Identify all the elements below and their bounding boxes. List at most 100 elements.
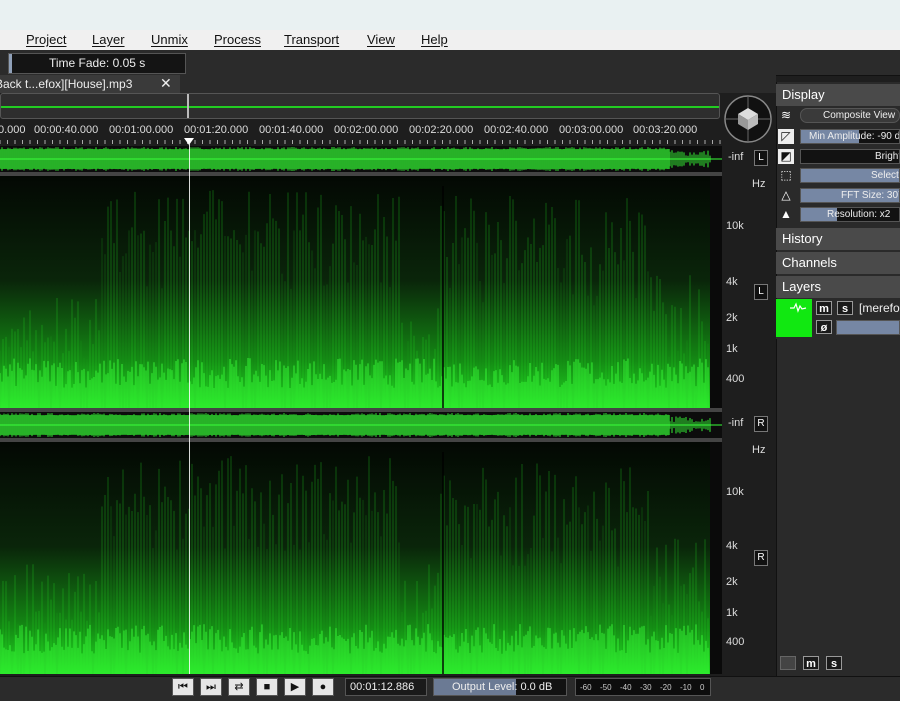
channel-badge-right-2: R <box>754 550 768 566</box>
menu-project[interactable]: Project <box>26 32 66 47</box>
freq-label: 2k <box>726 576 738 588</box>
panel-layers-header[interactable]: Layers <box>776 276 900 298</box>
meter-label: -60 <box>580 683 592 692</box>
layer-mute-button[interactable]: m <box>816 301 832 315</box>
min-amplitude-slider[interactable]: Min Amplitude: -90 d <box>800 129 900 144</box>
stop-button[interactable]: ■ <box>256 678 278 696</box>
level-readout: -inf <box>728 417 744 429</box>
freq-label: 10k <box>726 486 744 498</box>
waveform-right[interactable] <box>0 412 722 438</box>
ruler-label: 00:00:40.000 <box>34 124 99 136</box>
freq-label: 400 <box>726 636 745 648</box>
meter-label: -10 <box>680 683 692 692</box>
stop-icon: ■ <box>263 681 271 693</box>
fft-size-slider[interactable]: FFT Size: 3072 <box>800 188 900 203</box>
selection-row: ⬚ Selecti <box>776 167 900 184</box>
freq-label: 4k <box>726 540 738 552</box>
play-button[interactable]: ▶ <box>284 678 306 696</box>
level-readout: -inf <box>728 151 744 163</box>
frequency-scale-left: -inf L Hz 10k 4k L 2k 1k 400 <box>722 146 776 408</box>
ruler-tickmarks <box>0 140 721 144</box>
layer-name: [merefo <box>859 301 900 315</box>
window-top-strip <box>0 0 900 31</box>
skip-end-icon: ⏭ <box>206 681 216 693</box>
overview-playhead <box>187 94 189 118</box>
skip-start-icon: ⏮ <box>178 681 188 693</box>
freq-label: 1k <box>726 607 738 619</box>
layer-phase-button[interactable]: ø <box>816 320 832 334</box>
fft-size-row: △ FFT Size: 3072 <box>776 187 900 204</box>
ruler-label: 00:02:20.000 <box>409 124 474 136</box>
navigation-ball-icon[interactable] <box>722 94 774 144</box>
output-meter: -60 -50 -40 -30 -20 -10 0 <box>575 678 711 696</box>
selection-icon: ⬚ <box>780 168 792 182</box>
spectrogram-left[interactable] <box>0 176 722 408</box>
close-icon[interactable]: ✕ <box>160 75 172 92</box>
selection-slider[interactable]: Selecti <box>800 168 900 183</box>
meter-label: -20 <box>660 683 672 692</box>
menu-unmix[interactable]: Unmix <box>151 32 188 47</box>
menu-help[interactable]: Help <box>421 32 448 47</box>
ruler-label: 00:01:20.000 <box>184 124 249 136</box>
freq-label: 400 <box>726 373 745 385</box>
output-level-slider[interactable]: Output Level: 0.0 dB <box>433 678 567 696</box>
record-button[interactable]: ● <box>312 678 334 696</box>
ruler-label: 00:03:20.000 <box>633 124 698 136</box>
time-ruler[interactable]: 0.000 00:00:40.000 00:01:00.000 00:01:20… <box>0 122 722 144</box>
min-amplitude-row: ◸ Min Amplitude: -90 d <box>776 128 900 145</box>
unit-label: Hz <box>752 178 766 190</box>
resolution-row: ▲ Resolution: x2 <box>776 206 900 223</box>
ruler-label: 0.000 <box>0 124 26 136</box>
play-icon: ▶ <box>290 681 300 693</box>
meter-label: 0 <box>700 683 705 692</box>
playhead-line[interactable] <box>189 144 190 674</box>
panel-channels-header[interactable]: Channels <box>776 252 900 274</box>
meter-label: -30 <box>640 683 652 692</box>
timecode-display: 00:01:12.886 <box>345 678 427 696</box>
resolution-icon: ▲ <box>780 207 792 221</box>
layers-icon: ≋ <box>780 108 792 122</box>
brightness-slider[interactable]: Bright <box>800 149 900 164</box>
output-level-label: Output Level: 0.0 dB <box>452 681 553 693</box>
resolution-slider[interactable]: Resolution: x2 <box>800 207 900 222</box>
freq-label: 10k <box>726 220 744 232</box>
ruler-label: 00:02:00.000 <box>334 124 399 136</box>
menu-transport[interactable]: Transport <box>284 32 339 47</box>
overview-bar[interactable] <box>0 93 720 119</box>
skip-start-button[interactable]: ⏮ <box>172 678 194 696</box>
ruler-label: 00:03:00.000 <box>559 124 624 136</box>
loop-button[interactable]: ⇄ <box>228 678 250 696</box>
fft-icon: △ <box>781 188 791 202</box>
channel-badge-left-2: L <box>754 284 768 300</box>
brightness-icon: ◩ <box>778 149 794 164</box>
ruler-label: 00:01:40.000 <box>259 124 324 136</box>
spectrogram-right[interactable] <box>0 442 722 674</box>
time-fade-label: Time Fade: 0.05 s <box>49 56 146 70</box>
unit-label: Hz <box>752 444 766 456</box>
record-icon: ● <box>319 681 327 693</box>
panel-footer-button[interactable] <box>780 656 796 670</box>
panel-history-header[interactable]: History <box>776 228 900 250</box>
panel-footer-solo-button[interactable]: s <box>826 656 842 670</box>
overview-waveform-line <box>1 106 719 108</box>
layer-solo-button[interactable]: s <box>837 301 853 315</box>
channel-badge-right: R <box>754 416 768 432</box>
panel-display-header[interactable]: Display <box>776 84 900 106</box>
file-tab[interactable]: Back t...efox][House].mp3 ✕ <box>0 75 180 93</box>
menu-view[interactable]: View <box>367 32 395 47</box>
waveform-left[interactable] <box>0 146 722 172</box>
freq-label: 4k <box>726 276 738 288</box>
brightness-row: ◩ Bright <box>776 148 900 165</box>
menu-process[interactable]: Process <box>214 32 261 47</box>
file-tab-title: Back t...efox][House].mp3 <box>0 77 133 91</box>
layer-thumbnail[interactable] <box>776 299 812 337</box>
panel-footer-mute-button[interactable]: m <box>803 656 819 670</box>
meter-label: -50 <box>600 683 612 692</box>
menu-layer[interactable]: Layer <box>92 32 125 47</box>
layer-gain-slider[interactable] <box>836 320 900 335</box>
meter-label: -40 <box>620 683 632 692</box>
ruler-label: 00:01:00.000 <box>109 124 174 136</box>
view-mode-select[interactable]: Composite View <box>800 108 900 123</box>
skip-end-button[interactable]: ⏭ <box>200 678 222 696</box>
time-fade-field[interactable]: Time Fade: 0.05 s <box>8 53 186 74</box>
